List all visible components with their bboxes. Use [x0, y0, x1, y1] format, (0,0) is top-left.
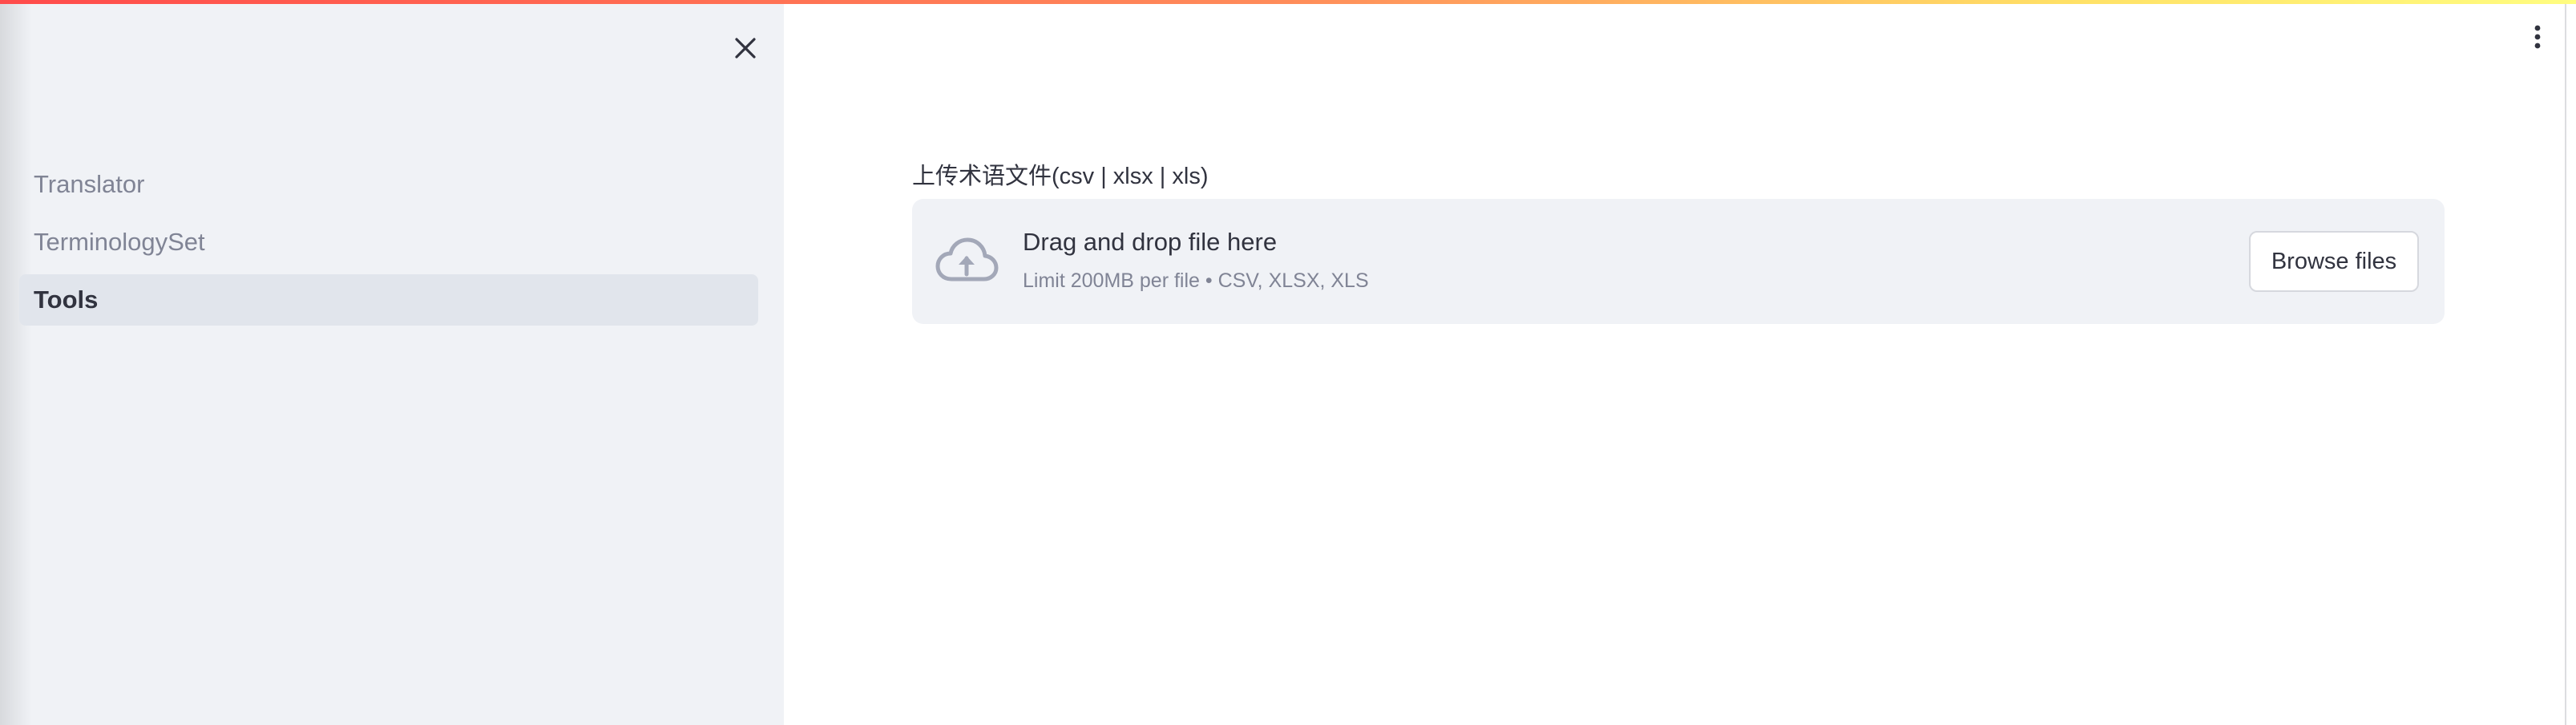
sidebar: Translator TerminologySet Tools [0, 0, 784, 725]
cloud-upload-icon [935, 236, 999, 287]
close-icon [733, 36, 757, 64]
sidebar-item-label: Translator [34, 170, 145, 198]
close-sidebar-button[interactable] [720, 24, 771, 75]
main-menu-button[interactable] [2517, 18, 2558, 59]
browse-files-button[interactable]: Browse files [2249, 231, 2419, 292]
sidebar-item-translator[interactable]: Translator [19, 159, 758, 210]
vertical-ellipsis-icon [2534, 24, 2542, 54]
file-dropzone[interactable]: Drag and drop file here Limit 200MB per … [912, 199, 2445, 324]
sidebar-item-tools[interactable]: Tools [19, 274, 758, 326]
sidebar-item-terminologyset[interactable]: TerminologySet [19, 217, 758, 268]
sidebar-nav: Translator TerminologySet Tools [19, 159, 758, 332]
top-decoration-bar [0, 0, 2576, 4]
uploader-label: 上传术语文件(csv | xlsx | xls) [912, 164, 1209, 189]
sidebar-item-label: Tools [34, 286, 99, 314]
sidebar-shadow [0, 0, 32, 725]
dropzone-limit-text: Limit 200MB per file • CSV, XLSX, XLS [1023, 269, 1369, 292]
sidebar-item-label: TerminologySet [34, 228, 205, 256]
window-scrollbar-edge [2565, 0, 2576, 725]
dropzone-title: Drag and drop file here [1023, 228, 1278, 256]
